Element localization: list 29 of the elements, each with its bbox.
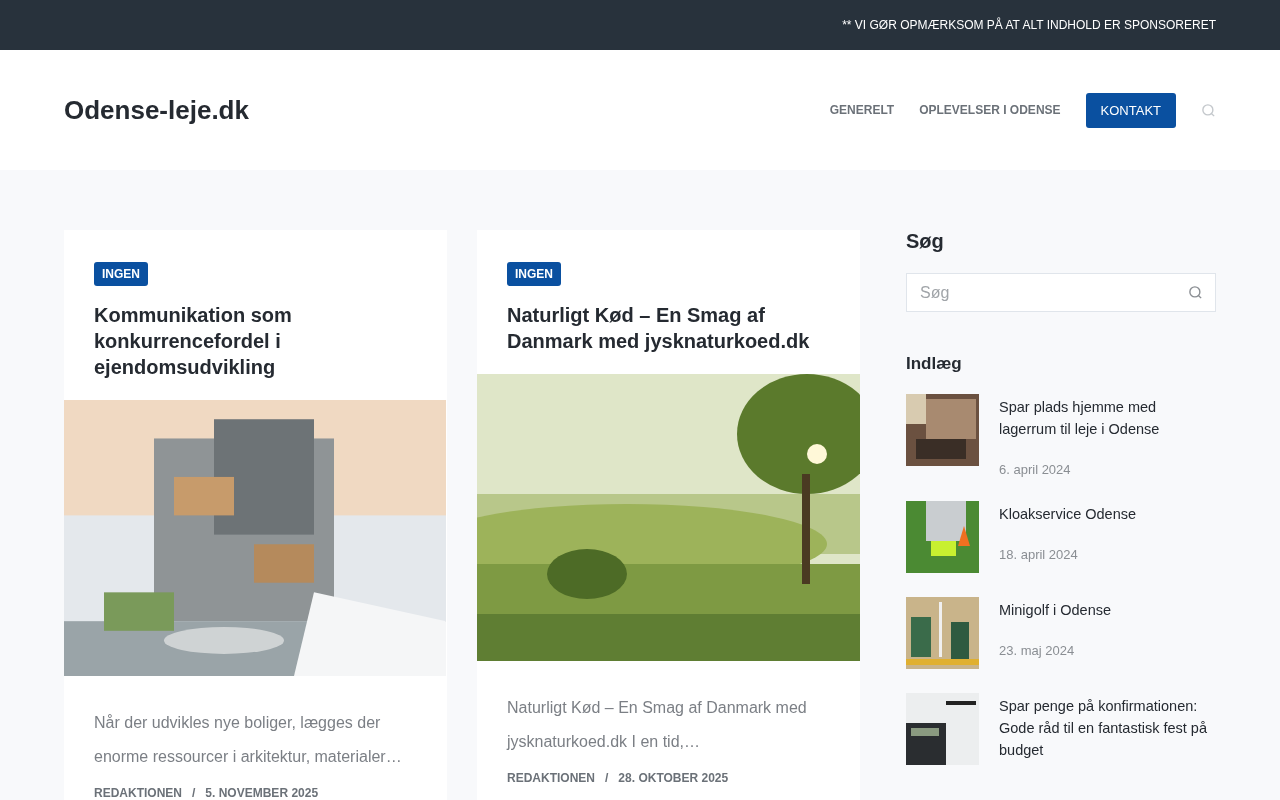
author-link[interactable]: REDAKTIONEN <box>94 786 182 800</box>
post-date: 23. maj 2024 <box>999 643 1076 658</box>
recent-post-link[interactable]: Spar penge på konfirmationen: Gode råd til en fantastisk fest på budget <box>999 695 1216 761</box>
search-icon[interactable] <box>1188 285 1203 300</box>
contact-button[interactable]: KONTAKT <box>1085 92 1176 128</box>
widget-title: Søg <box>906 230 945 253</box>
post-title[interactable]: Naturligt Kød – En Smag af Danmark med jysknaturkoed.dk <box>507 302 830 354</box>
post-date: 28. OKTOBER 2025 <box>618 771 729 785</box>
notice-text: ** VI GØR OPMÆRKSOM PÅ AT ALT INDHOLD ER SPONSORERET <box>842 18 1216 32</box>
recent-post-link[interactable]: Kloakservice Odense <box>999 503 1136 525</box>
site-logo[interactable]: Odense-leje.dk <box>64 94 249 126</box>
meta-separator: / <box>605 771 609 785</box>
search-field[interactable]: Søg <box>906 273 1216 312</box>
post-date: 6. april 2024 <box>999 462 1072 477</box>
category-tag[interactable]: INGEN <box>507 262 561 286</box>
meta-separator: / <box>192 786 196 800</box>
search-icon[interactable] <box>1201 102 1216 118</box>
nav-link[interactable]: OPLEVELSER I ODENSE <box>919 103 1061 117</box>
recent-post-link[interactable]: Minigolf i Odense <box>999 599 1112 621</box>
post-title[interactable]: Kommunikation som konkurrencefordel i ejendomsudvikling <box>94 302 417 380</box>
author-link[interactable]: REDAKTIONEN <box>507 771 595 785</box>
post-date: 5. NOVEMBER 2025 <box>205 786 319 800</box>
post-date: 18. april 2024 <box>999 547 1079 562</box>
category-tag[interactable]: INGEN <box>94 262 148 286</box>
post-excerpt: Naturligt Kød – En Smag af Danmark med jysknaturkoed.dk I en tid,… <box>505 698 808 752</box>
nav-link[interactable]: GENERELT <box>829 103 895 117</box>
recent-post-link[interactable]: Spar plads hjemme med lagerrum til leje i Odense <box>999 396 1216 440</box>
widget-title: Indlæg <box>906 354 963 374</box>
post-excerpt: Når der udvikles nye boliger, lægges der enorme ressourcer i arkitektur, materialer… <box>93 713 403 767</box>
